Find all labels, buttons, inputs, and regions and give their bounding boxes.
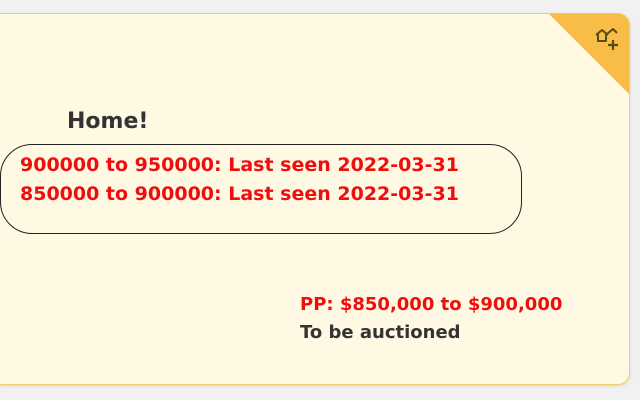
listing-card: Home! 900000 to 950000: Last seen 2022-0… — [0, 13, 630, 385]
history-entry: 850000 to 900000: Last seen 2022-03-31 — [20, 183, 459, 205]
price-history: 900000 to 950000: Last seen 2022-03-31 8… — [20, 151, 459, 209]
house-plus-icon[interactable] — [593, 24, 621, 52]
history-entry: 900000 to 950000: Last seen 2022-03-31 — [20, 154, 459, 176]
listing-status: To be auctioned — [300, 322, 461, 343]
price-range: PP: $850,000 to $900,000 — [300, 294, 563, 315]
listing-title: Home! — [67, 109, 149, 134]
